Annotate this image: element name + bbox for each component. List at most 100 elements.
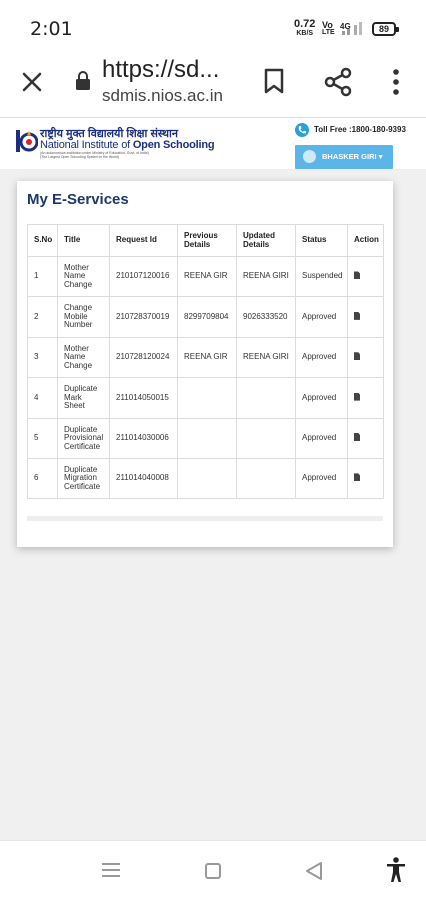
share-icon[interactable]: [322, 66, 354, 98]
cell-previous-details: [177, 417, 237, 459]
signal-icon: 4G: [340, 22, 362, 35]
cell-status: Approved: [295, 377, 348, 419]
cell-previous-details: [177, 457, 237, 500]
cell-status: Approved: [295, 336, 348, 379]
page-body: My E-Services S.No Title Request Id Prev…: [0, 170, 426, 840]
table-header-row: S.No Title Request Id Previous Details U…: [27, 224, 384, 257]
cell-request-id: 210728370019: [109, 296, 178, 338]
e-services-card: My E-Services S.No Title Request Id Prev…: [17, 181, 393, 547]
cell-request-id: 211014030006: [109, 417, 178, 459]
recent-apps-icon[interactable]: [102, 863, 120, 877]
cell-previous-details: REENA GIR: [177, 255, 237, 298]
cell-sno: 4: [27, 377, 58, 419]
browser-toolbar: https://sd... sdmis.nios.ac.in: [0, 56, 426, 118]
accessibility-icon[interactable]: [386, 857, 406, 883]
cell-request-id: 211014050015: [109, 377, 178, 419]
institute-name-english: National Institute of Open Schooling: [40, 139, 215, 151]
volte-bottom: LTE: [322, 29, 335, 36]
cell-updated-details: 9026333520: [236, 296, 296, 338]
cell-status: Suspended: [295, 255, 348, 298]
cell-title: Duplicate Provisional Certificate: [57, 417, 110, 459]
user-icon: [303, 150, 316, 163]
cell-request-id: 211014040008: [109, 457, 178, 500]
cell-sno: 5: [27, 417, 58, 459]
cell-sno: 1: [27, 255, 58, 298]
document-icon[interactable]: [354, 473, 360, 482]
institute-tagline-2: (The Largest Open Schooling System in th…: [40, 155, 120, 159]
cell-action: [347, 296, 384, 338]
status-bar: 2:01 0.72 KB/S Vo LTE 4G 89: [0, 0, 426, 56]
header-title: Title: [57, 224, 110, 257]
document-icon[interactable]: [354, 433, 360, 441]
e-services-table: S.No Title Request Id Previous Details U…: [27, 224, 384, 500]
cell-action: [347, 457, 384, 500]
cell-status: Approved: [295, 296, 348, 338]
caret-down-icon: ▾: [378, 152, 383, 161]
cell-title: Change Mobile Number: [57, 296, 110, 338]
cell-action: [347, 417, 384, 459]
table-row: 1 Mother Name Change 210107120016 REENA …: [27, 255, 384, 298]
back-icon[interactable]: [305, 861, 323, 881]
cell-updated-details: REENA GIRI: [236, 336, 296, 379]
url-domain[interactable]: sdmis.nios.ac.in: [102, 86, 223, 106]
volte-top: Vo: [322, 20, 333, 30]
table-row: 3 Mother Name Change 210728120024 REENA …: [27, 336, 384, 379]
cell-updated-details: [236, 417, 296, 459]
cell-request-id: 210728120024: [109, 336, 178, 379]
institute-name-bold: Open Schooling: [132, 139, 215, 151]
cell-updated-details: [236, 377, 296, 419]
document-icon[interactable]: [354, 352, 360, 361]
document-icon[interactable]: [354, 271, 360, 280]
cell-previous-details: [177, 377, 237, 419]
lock-icon[interactable]: [74, 71, 92, 91]
horizontal-scrollbar[interactable]: [27, 516, 383, 521]
cell-updated-details: REENA GIRI: [236, 255, 296, 298]
cell-title: Duplicate Migration Certificate: [57, 457, 110, 500]
user-name: BHASKER GIRI ▾: [322, 152, 382, 161]
user-menu-button[interactable]: BHASKER GIRI ▾: [295, 145, 393, 169]
bookmark-icon[interactable]: [260, 66, 288, 96]
table-row: 2 Change Mobile Number 210728370019 8299…: [27, 296, 384, 338]
header-action: Action: [347, 224, 384, 257]
volte-indicator: Vo LTE: [322, 21, 335, 37]
institute-name-prefix: National Institute of: [40, 139, 133, 151]
url-title[interactable]: https://sd...: [102, 56, 219, 84]
table-row: 5 Duplicate Provisional Certificate 2110…: [27, 417, 384, 459]
close-icon[interactable]: [16, 66, 48, 98]
cell-action: [347, 336, 384, 379]
cell-sno: 3: [27, 336, 58, 379]
cell-sno: 2: [27, 296, 58, 338]
cell-sno: 6: [27, 457, 58, 500]
cell-previous-details: 8299709804: [177, 296, 237, 338]
header-status: Status: [295, 224, 348, 257]
phone-icon: [295, 123, 309, 137]
cell-request-id: 210107120016: [109, 255, 178, 298]
cell-title: Mother Name Change: [57, 255, 110, 298]
document-icon[interactable]: [354, 311, 360, 320]
toll-free-number[interactable]: Toll Free :1800-180-9393: [314, 125, 406, 134]
cell-updated-details: [236, 457, 296, 500]
cell-previous-details: REENA GIR: [177, 336, 237, 379]
e-services-table-wrapper: S.No Title Request Id Previous Details U…: [27, 224, 384, 500]
table-row: 4 Duplicate Mark Sheet 211014050015 Appr…: [27, 377, 384, 419]
cell-status: Approved: [295, 457, 348, 500]
battery-icon: 89: [372, 22, 399, 36]
page-title: My E-Services: [27, 191, 129, 208]
system-nav-bar: [0, 840, 426, 899]
status-time: 2:01: [30, 18, 73, 40]
more-vertical-icon[interactable]: [384, 66, 408, 98]
header-request-id: Request Id: [109, 224, 178, 257]
network-speed: 0.72 KB/S: [294, 18, 316, 38]
nios-logo-icon[interactable]: [16, 128, 38, 158]
header-sno: S.No: [27, 224, 58, 257]
header-updated-details: Updated Details: [236, 224, 296, 257]
network-speed-value: 0.72: [294, 18, 316, 30]
cell-status: Approved: [295, 417, 348, 459]
home-icon[interactable]: [205, 863, 221, 879]
document-icon[interactable]: [354, 392, 360, 401]
cell-action: [347, 377, 384, 419]
cell-title: Duplicate Mark Sheet: [57, 377, 110, 419]
user-name-label: BHASKER GIRI: [322, 152, 377, 161]
network-speed-unit: KB/S: [296, 30, 314, 37]
header-previous-details: Previous Details: [177, 224, 237, 257]
